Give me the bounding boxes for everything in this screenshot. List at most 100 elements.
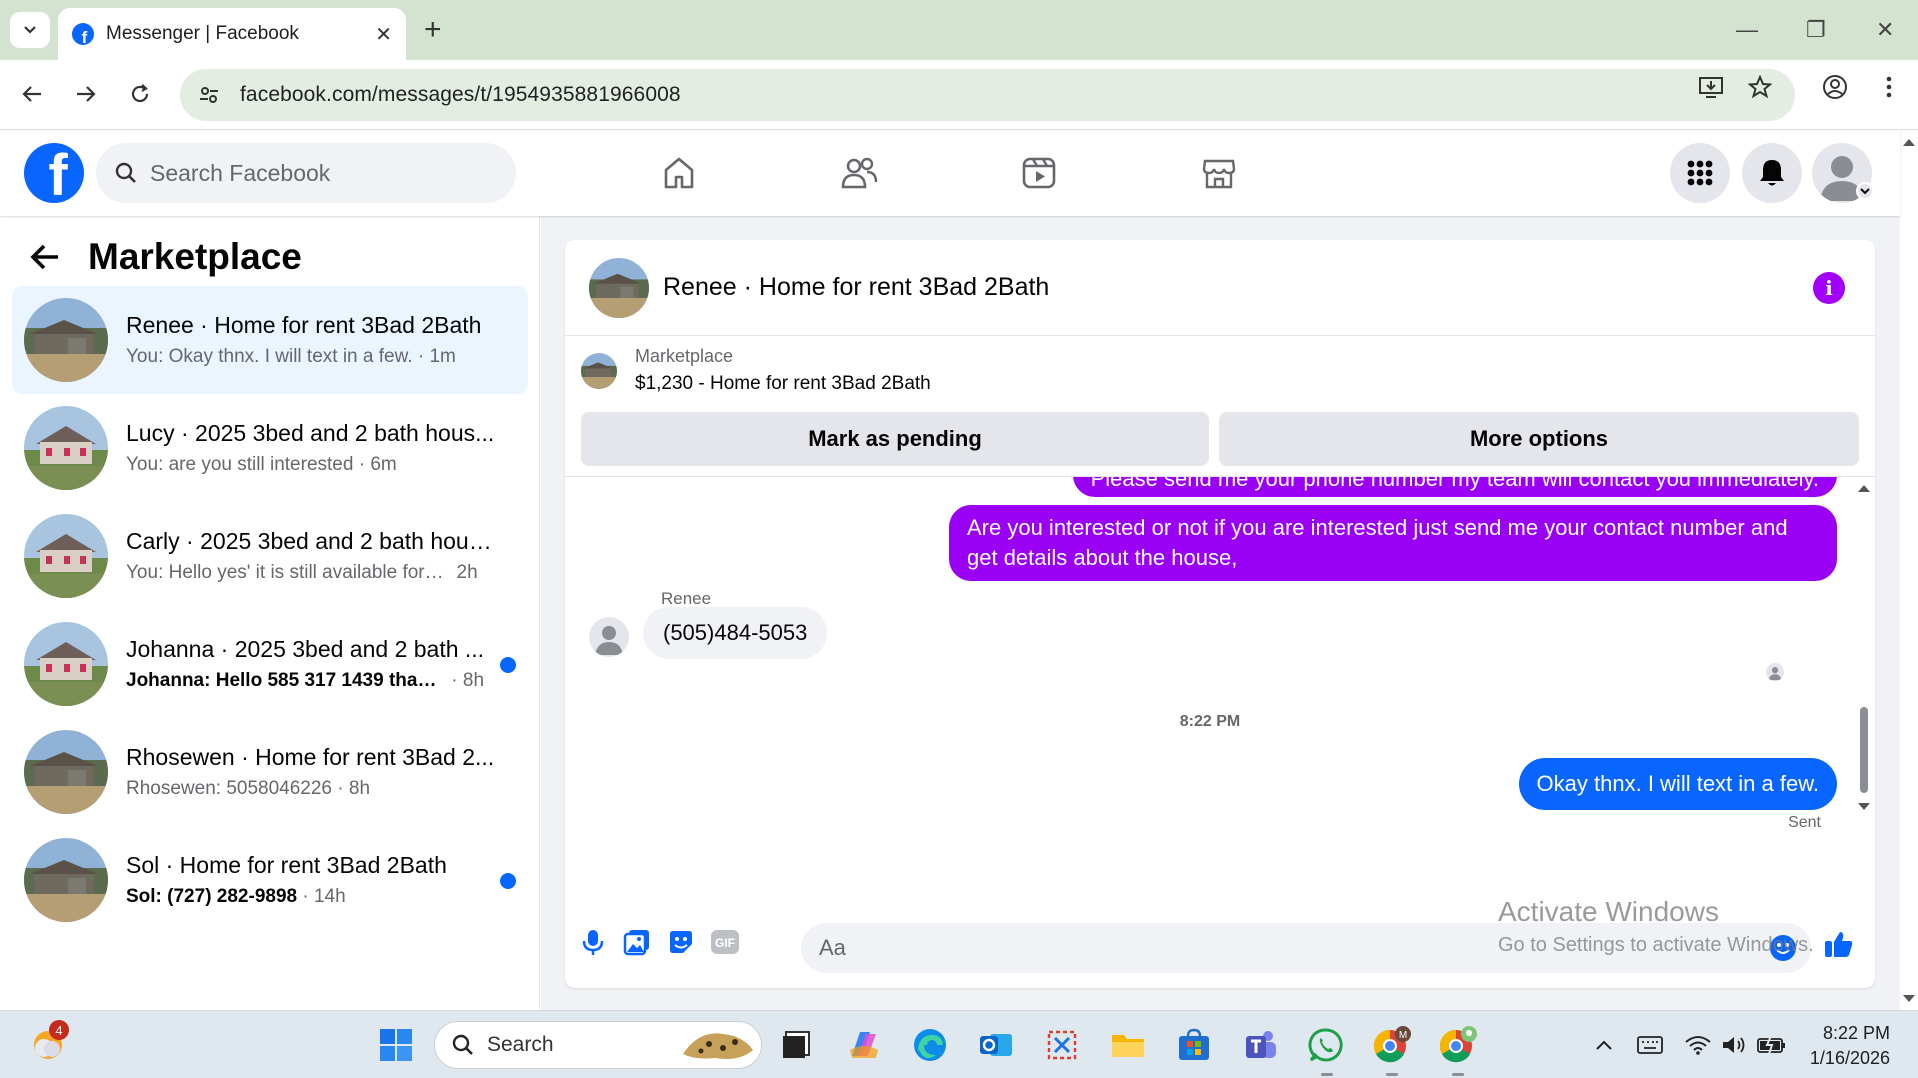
conversation-name: Carly · 2025 3bed and 2 bath hous... <box>126 528 496 554</box>
grid-icon <box>1687 160 1713 186</box>
conversation-item[interactable]: Renee · Home for rent 3Bad 2Bath You: Oka… <box>12 286 528 394</box>
tab-search-button[interactable] <box>10 12 50 48</box>
reload-icon <box>131 84 149 103</box>
listing-thumbnail <box>24 730 108 814</box>
conversation-preview: Rhosewen: 5058046226 · 8h <box>126 778 496 800</box>
back-button[interactable] <box>12 74 52 114</box>
volume-icon[interactable] <box>1714 1025 1754 1065</box>
conversation-text: Johanna · 2025 3bed and 2 bath ... Johann… <box>126 636 496 692</box>
microphone-icon[interactable] <box>575 924 611 960</box>
message-thread: Please send me your phone number my team… <box>565 477 1875 897</box>
more-options-button[interactable]: More options <box>1219 412 1859 466</box>
keyboard-icon[interactable] <box>1630 1025 1670 1065</box>
conversation-item[interactable]: Rhosewen · Home for rent 3Bad 2... Rhosew… <box>12 718 528 826</box>
conversation-item[interactable]: Johanna · 2025 3bed and 2 bath ... Johann… <box>12 610 528 718</box>
menu-grid-button[interactable] <box>1670 143 1730 203</box>
file-explorer-icon[interactable] <box>1108 1025 1148 1065</box>
wifi-icon[interactable] <box>1678 1025 1718 1065</box>
teams-icon[interactable] <box>1240 1025 1280 1065</box>
account-chevron-icon[interactable] <box>1856 182 1874 200</box>
reload-button[interactable] <box>120 74 160 114</box>
chat-title[interactable]: Renee · Home for rent 3Bad 2Bath <box>663 273 1049 302</box>
weather-notification-badge: 4 <box>49 1020 69 1040</box>
copilot-icon[interactable] <box>844 1025 884 1065</box>
marketplace-nav-icon[interactable] <box>1196 150 1242 196</box>
conversation-item[interactable]: Sol · Home for rent 3Bad 2Bath Sol: (727)… <box>12 826 528 934</box>
taskbar-search[interactable]: Search <box>434 1021 762 1069</box>
minimize-button[interactable]: — <box>1736 12 1758 48</box>
conversation-list-panel: Marketplace Renee · Home for rent 3Bad 2… <box>0 216 540 1010</box>
conversation-item[interactable]: Lucy · 2025 3bed and 2 bath hous... You: … <box>12 394 528 502</box>
tab-title: Messenger | Facebook <box>106 23 299 44</box>
back-arrow-icon[interactable] <box>30 243 60 271</box>
arrow-left-icon <box>22 86 41 102</box>
conversation-name: Johanna · 2025 3bed and 2 bath ... <box>126 636 485 662</box>
listing-thumbnail <box>24 298 108 382</box>
like-thumbs-up-icon[interactable] <box>1821 926 1857 962</box>
friends-nav-icon[interactable] <box>836 150 882 196</box>
conversation-preview: You: are you still interested · 6m <box>126 454 496 476</box>
svg-text:M: M <box>1399 1030 1407 1041</box>
bookmark-star-icon[interactable] <box>1745 75 1775 99</box>
info-icon[interactable]: i <box>1813 272 1845 304</box>
conversation-name: Rhosewen · Home for rent 3Bad 2... <box>126 744 495 770</box>
chat-card: Renee · Home for rent 3Bad 2Bath i Marke… <box>565 240 1875 988</box>
new-tab-button[interactable]: + <box>424 12 442 48</box>
search-icon <box>115 162 136 183</box>
browser-toolbar: facebook.com/messages/t/1954935881966008 <box>0 60 1918 130</box>
install-app-icon[interactable] <box>1696 75 1726 99</box>
restore-button[interactable]: ❐ <box>1806 12 1826 48</box>
video-nav-icon[interactable] <box>1016 150 1062 196</box>
browser-menu-icon[interactable] <box>1874 75 1904 99</box>
mark-pending-button[interactable]: Mark as pending <box>581 412 1209 466</box>
bell-icon <box>1760 160 1784 186</box>
preview-text: Sol: (727) 282-9898 <box>126 886 298 907</box>
listing-thumbnail <box>24 838 108 922</box>
whatsapp-icon[interactable] <box>1306 1025 1346 1065</box>
facebook-search-input[interactable]: Search Facebook <box>96 143 516 203</box>
start-windows-icon[interactable] <box>376 1025 416 1065</box>
site-info-icon[interactable] <box>198 84 220 106</box>
message-scrollbar[interactable] <box>1857 477 1871 897</box>
browser-tab[interactable]: f Messenger | Facebook ✕ <box>58 8 406 60</box>
chrome-profile-icon[interactable] <box>1438 1025 1478 1065</box>
task-view-icon[interactable] <box>776 1025 816 1065</box>
listing-thumbnail <box>24 622 108 706</box>
tab-close-icon[interactable]: ✕ <box>375 22 392 47</box>
preview-time: · 6m <box>353 454 397 475</box>
forward-button[interactable] <box>66 74 106 114</box>
preview-text: You: Okay thnx. I will text in a few. <box>126 346 413 367</box>
chat-area: Renee · Home for rent 3Bad 2Bath i Marke… <box>541 216 1900 1010</box>
notifications-button[interactable] <box>1742 143 1802 203</box>
chrome-profile-m-icon[interactable]: M <box>1372 1025 1412 1065</box>
close-window-button[interactable]: ✕ <box>1876 12 1894 48</box>
preview-time: · 14h <box>297 886 346 907</box>
facebook-logo[interactable]: f <box>24 143 84 203</box>
conversation-item[interactable]: Carly · 2025 3bed and 2 bath hous... You:… <box>12 502 528 610</box>
conversation-name: Sol · Home for rent 3Bad 2Bath <box>126 852 447 878</box>
preview-time: · 8h <box>332 778 371 799</box>
sticker-icon[interactable] <box>663 924 699 960</box>
outlook-icon[interactable] <box>976 1025 1016 1065</box>
show-hidden-icons-chevron-up-icon[interactable] <box>1584 1025 1624 1065</box>
address-bar[interactable]: facebook.com/messages/t/1954935881966008 <box>180 69 1795 121</box>
snipping-tool-icon[interactable] <box>1042 1025 1082 1065</box>
sender-avatar[interactable] <box>589 617 629 657</box>
marketplace-listing-info[interactable]: Marketplace $1,230 - Home for rent 3Bad … <box>581 346 931 395</box>
outgoing-message-partial: Please send me your phone number my team… <box>1072 477 1837 497</box>
conversation-preview: Johanna: Hello 585 317 1439 thank... · 8… <box>126 670 496 692</box>
battery-icon[interactable] <box>1752 1025 1792 1065</box>
chat-listing-thumbnail[interactable] <box>589 257 649 318</box>
gif-icon[interactable]: GIF <box>707 924 743 960</box>
facebook-favicon-icon: f <box>72 23 94 45</box>
whatsapp-running-indicator <box>1321 1073 1333 1076</box>
microsoft-store-icon[interactable] <box>1174 1025 1214 1065</box>
edge-browser-icon[interactable] <box>910 1025 950 1065</box>
taskbar-clock[interactable]: 8:22 PM 1/16/2026 <box>1810 1021 1890 1071</box>
home-nav-icon[interactable] <box>656 150 702 196</box>
photo-icon[interactable] <box>619 924 655 960</box>
chrome-m-running-indicator <box>1386 1073 1398 1076</box>
profile-icon[interactable] <box>1820 75 1850 99</box>
page-scrollbar[interactable] <box>1900 130 1918 1010</box>
arrow-right-icon <box>77 86 96 102</box>
